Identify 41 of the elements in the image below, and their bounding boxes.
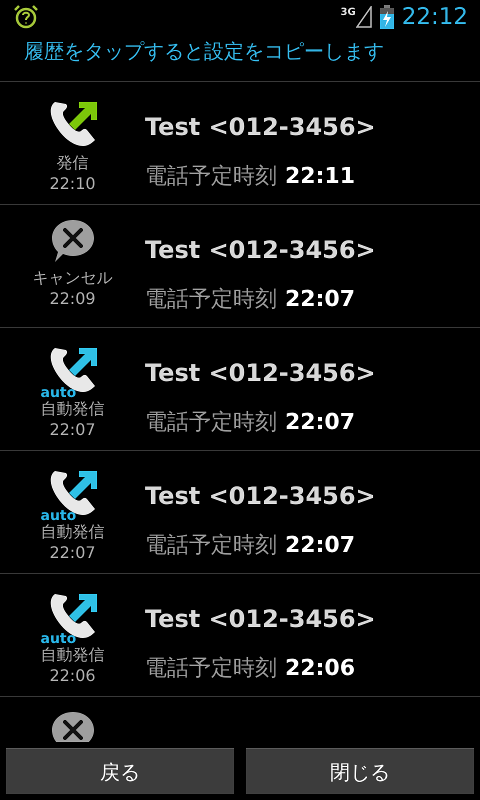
header-hint: 履歴をタップすると設定をコピーします	[24, 39, 384, 63]
alarm-clock-icon	[12, 3, 40, 31]
call-time: 22:07	[49, 542, 96, 563]
contact-name: Test <012-3456>	[145, 481, 376, 511]
contact-name: Test <012-3456>	[145, 235, 376, 265]
dialog-button[interactable]: 戻る	[6, 748, 234, 794]
scheduled-time: 22:11	[285, 163, 356, 191]
network-type: 3G	[340, 6, 356, 20]
auto-label: auto	[40, 509, 76, 523]
scheduled-label: 電話予定時刻	[145, 655, 277, 683]
call-time: 22:06	[49, 665, 96, 686]
call-type: 自動発信	[40, 521, 104, 542]
auto-label: auto	[40, 632, 76, 646]
contact-name: Test <012-3456>	[145, 604, 376, 634]
scheduled-label: 電話予定時刻	[145, 286, 277, 314]
dialog-button[interactable]: 閉じる	[246, 748, 474, 794]
battery-icon	[380, 5, 394, 29]
call-time: 22:07	[49, 419, 96, 440]
call-time: 22:10	[49, 173, 96, 194]
history-item[interactable]: auto 自動発信 22:07 Test <012-3456> 電話予定時刻 22:07	[0, 451, 480, 574]
contact-name: Test <012-3456>	[145, 358, 376, 388]
scheduled-label: 電話予定時刻	[145, 163, 277, 191]
history-item[interactable]: auto 自動発信 22:06 Test <012-3456> 電話予定時刻 22:06	[0, 574, 480, 697]
signal-icon	[356, 6, 372, 28]
call-type: キャンセル	[32, 267, 112, 288]
call-time: 22:09	[49, 288, 96, 309]
scheduled-time: 22:07	[285, 532, 356, 560]
history-item[interactable]: キャンセル 22:09 Test <012-3456> 電話予定時刻 22:07	[0, 205, 480, 328]
contact-name: Test <012-3456>	[145, 112, 376, 142]
call-type: 発信	[56, 152, 88, 173]
history-item[interactable]: 発信 22:10 Test <012-3456> 電話予定時刻 22:11	[0, 82, 480, 205]
call-type: 自動発信	[40, 398, 104, 419]
auto-label: auto	[40, 386, 76, 400]
call-type: 自動発信	[40, 644, 104, 665]
history-item[interactable]: auto 自動発信 22:07 Test <012-3456> 電話予定時刻 22:07	[0, 328, 480, 451]
clock-time: 22:12	[402, 2, 468, 32]
scheduled-time: 22:07	[285, 409, 356, 437]
scheduled-label: 電話予定時刻	[145, 532, 277, 560]
scheduled-label: 電話予定時刻	[145, 409, 277, 437]
scheduled-time: 22:07	[285, 286, 356, 314]
scheduled-time: 22:06	[285, 655, 356, 683]
